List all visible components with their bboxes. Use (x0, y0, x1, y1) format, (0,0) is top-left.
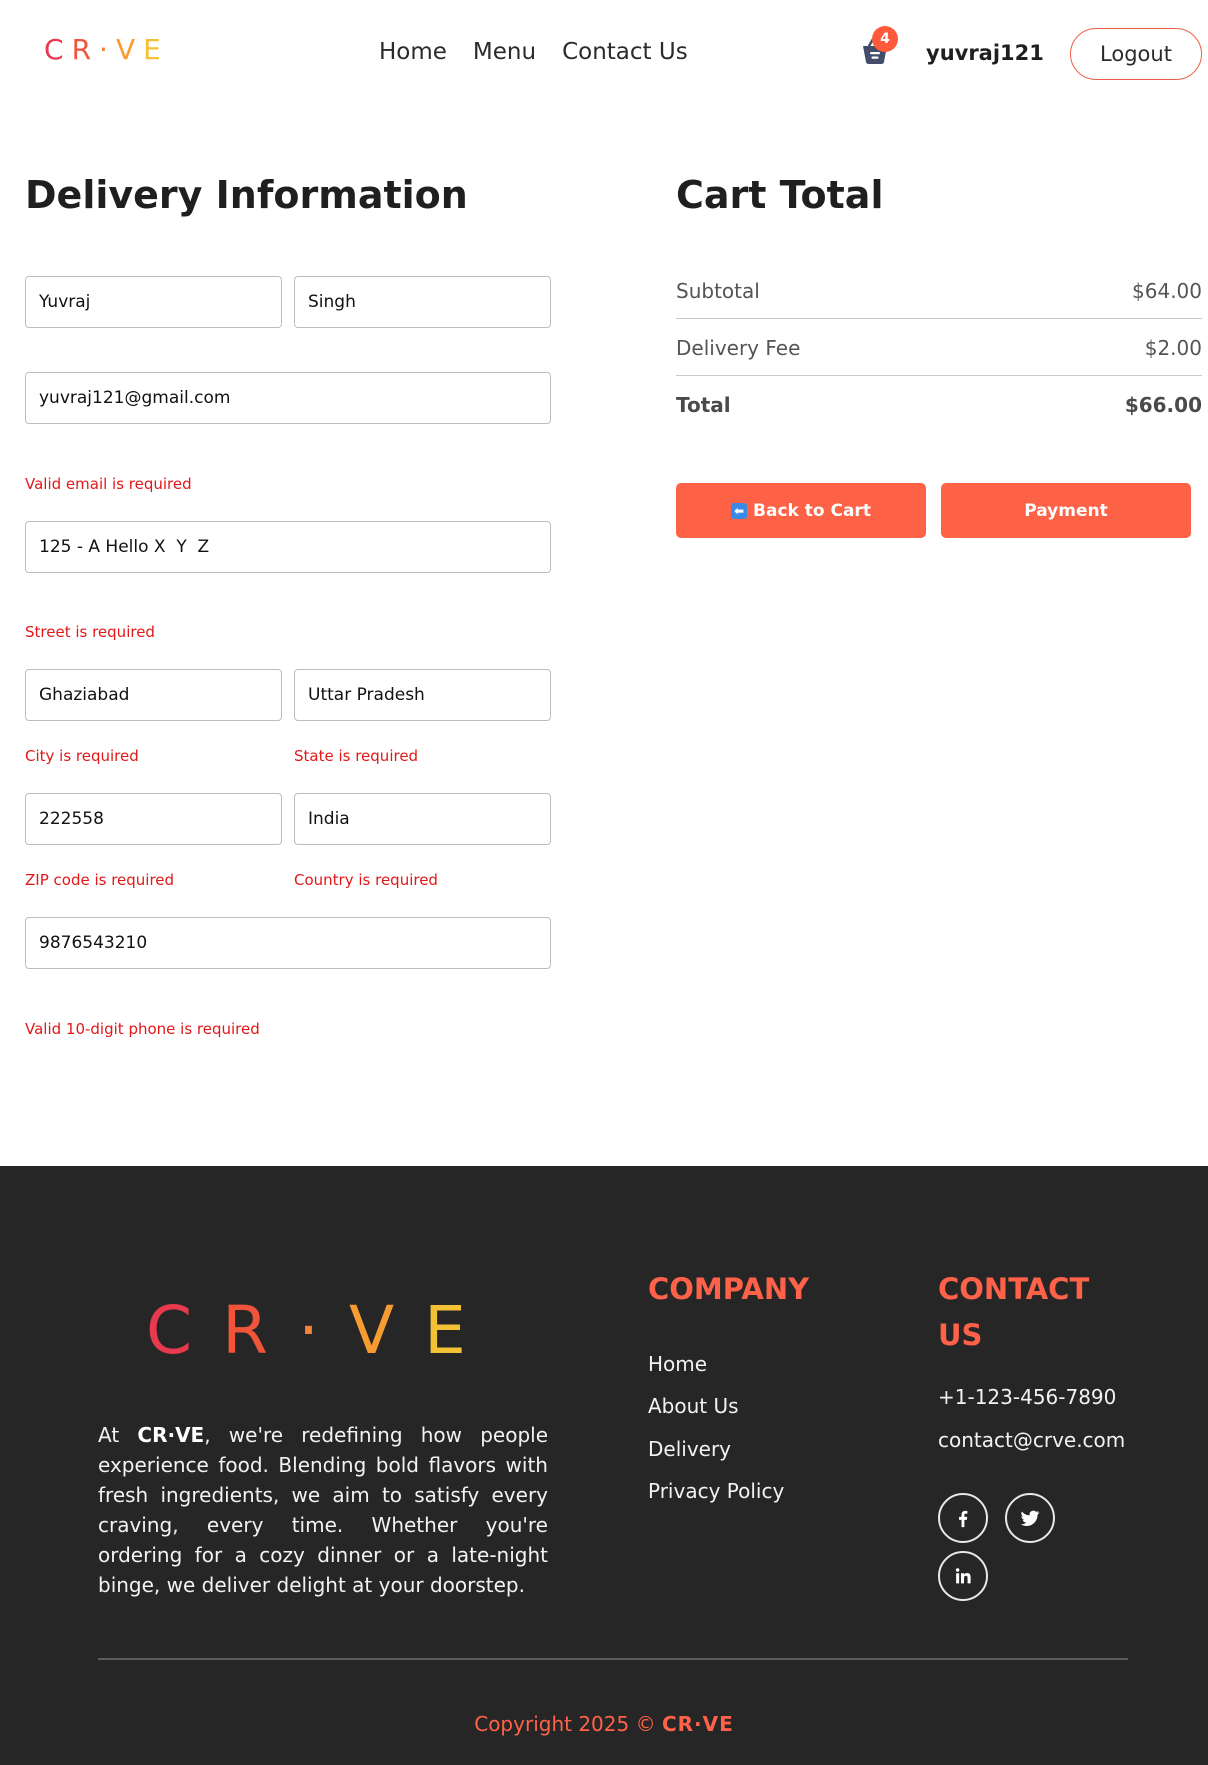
cart-total-title: Cart Total (676, 173, 884, 217)
email-error: Valid email is required (25, 475, 192, 493)
street-input[interactable] (25, 521, 551, 573)
contact-heading-line1: CONTACT (938, 1272, 1090, 1306)
phone-error: Valid 10-digit phone is required (25, 1020, 260, 1038)
footer-link-about-us[interactable]: About Us (648, 1394, 739, 1418)
phone-input[interactable] (25, 917, 551, 969)
nav-home[interactable]: Home (379, 39, 447, 65)
delivery-information-title: Delivery Information (25, 173, 468, 217)
contact-phone: +1-123-456-7890 (938, 1385, 1117, 1409)
logo-letter: · (297, 1292, 349, 1369)
country-input[interactable] (294, 793, 551, 845)
username-label: yuvraj121 (926, 41, 1044, 65)
zip-error: ZIP code is required (25, 871, 175, 889)
site-footer: CR·VE At CR·VE, we're redefining how peo… (0, 1166, 1208, 1765)
total-label: Total (676, 393, 731, 417)
contact-heading-line2: US (938, 1318, 983, 1352)
email-input[interactable] (25, 372, 551, 424)
site-header: CR·VE Home Menu Contact Us 4 yuvraj121 L… (0, 0, 1208, 110)
zip-input[interactable] (25, 793, 282, 845)
logo-letter: V (348, 1292, 425, 1369)
state-error: State is required (294, 747, 419, 765)
delivery-fee-value: $2.00 (1144, 335, 1202, 360)
delivery-fee-row: Delivery Fee $2.00 (676, 320, 1202, 376)
contact-heading: CONTACT US (938, 1266, 1089, 1358)
total-row: Total $66.00 (676, 377, 1202, 433)
logo-letter: R (71, 33, 100, 66)
state-input[interactable] (294, 669, 551, 721)
copyright-text: Copyright 2025 © CR·VE (0, 1712, 1208, 1736)
about-prefix: At (98, 1423, 120, 1447)
copyright-prefix: Copyright 2025 © (474, 1712, 656, 1736)
footer-link-delivery[interactable]: Delivery (648, 1437, 731, 1461)
delivery-fee-label: Delivery Fee (676, 335, 801, 360)
logo-letter: R (222, 1292, 298, 1369)
logo-letter: C (146, 1292, 223, 1369)
back-to-cart-label: Back to Cart (753, 500, 871, 521)
nav-contact-us[interactable]: Contact Us (562, 39, 688, 65)
logo-letter: E (143, 33, 169, 66)
contact-email: contact@crve.com (938, 1428, 1126, 1452)
country-error: Country is required (294, 871, 438, 889)
payment-button[interactable]: Payment (941, 483, 1191, 538)
subtotal-value: $64.00 (1132, 278, 1202, 303)
footer-brand-logo: CR·VE (146, 1292, 496, 1369)
about-body: , we're redefining how people experience… (98, 1423, 549, 1597)
city-error: City is required (25, 747, 139, 765)
footer-about-text: At CR·VE, we're redefining how people ex… (98, 1420, 548, 1600)
main-nav: Home Menu Contact Us (379, 39, 688, 65)
logo-letter: · (99, 33, 116, 66)
subtotal-row: Subtotal $64.00 (676, 263, 1202, 319)
brand-logo[interactable]: CR·VE (44, 33, 169, 66)
logo-letter: V (115, 33, 144, 66)
back-to-cart-button[interactable]: ⬅ Back to Cart (676, 483, 926, 538)
company-heading: COMPANY (648, 1272, 810, 1306)
subtotal-label: Subtotal (676, 278, 760, 303)
copyright-brand: CR·VE (661, 1712, 734, 1736)
footer-link-privacy-policy[interactable]: Privacy Policy (648, 1479, 784, 1503)
footer-divider (98, 1658, 1128, 1660)
total-value: $66.00 (1124, 393, 1202, 417)
logo-letter: E (424, 1292, 496, 1369)
logo-letter: C (44, 33, 72, 66)
last-name-input[interactable] (294, 276, 551, 328)
city-input[interactable] (25, 669, 282, 721)
first-name-input[interactable] (25, 276, 282, 328)
arrow-left-icon: ⬅ (731, 502, 748, 519)
twitter-icon[interactable] (1005, 1493, 1055, 1543)
cart-count-badge: 4 (872, 26, 898, 52)
about-brand: CR·VE (137, 1423, 205, 1447)
linkedin-icon[interactable] (938, 1551, 988, 1601)
facebook-icon[interactable] (938, 1493, 988, 1543)
street-error: Street is required (25, 623, 155, 641)
footer-link-home[interactable]: Home (648, 1352, 707, 1376)
logout-button[interactable]: Logout (1070, 28, 1202, 80)
nav-menu[interactable]: Menu (473, 39, 536, 65)
